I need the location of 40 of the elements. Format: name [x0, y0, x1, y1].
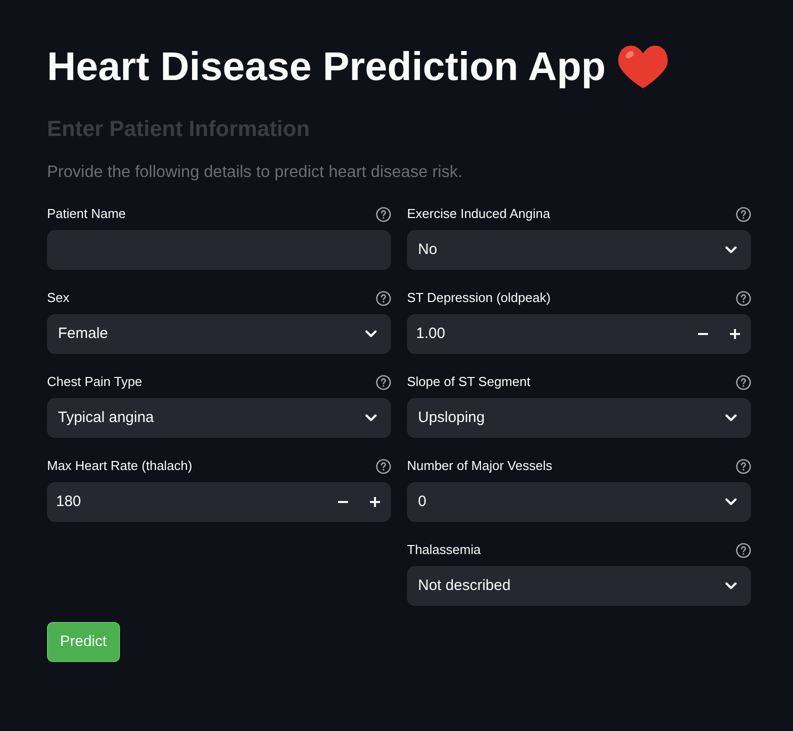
dropdown-select[interactable]: 0	[407, 482, 751, 522]
minus-icon	[698, 333, 708, 335]
help-icon	[376, 206, 391, 222]
field-label: Thalassemia	[407, 541, 481, 560]
dropdown-select[interactable]: Upsloping	[407, 398, 751, 438]
chevron-down-icon	[365, 414, 377, 422]
help-icon	[736, 206, 751, 222]
help-icon	[736, 374, 751, 390]
help-icon	[736, 290, 751, 306]
minus-icon	[338, 501, 348, 503]
field-label: Max Heart Rate (thalach)	[47, 457, 192, 476]
help-icon	[376, 458, 391, 474]
chevron-down-icon	[725, 582, 737, 590]
chevron-down-icon	[725, 414, 737, 422]
field-label: Slope of ST Segment	[407, 373, 530, 392]
heart-icon	[618, 45, 668, 89]
help-icon	[376, 374, 391, 390]
help-icon	[736, 458, 751, 474]
dropdown-select[interactable]: Typical angina	[47, 398, 391, 438]
number-input[interactable]: 1.00	[407, 314, 751, 354]
help-icon	[376, 290, 391, 306]
help-icon	[736, 542, 751, 558]
text-input[interactable]	[47, 230, 391, 270]
dropdown-select[interactable]: No	[407, 230, 751, 270]
field-label: Exercise Induced Angina	[407, 205, 550, 224]
dropdown-select[interactable]: Female	[47, 314, 391, 354]
plus-icon	[370, 497, 380, 507]
page-title: Heart Disease Prediction App	[47, 44, 606, 91]
instructions-text: Provide the following details to predict heart disease risk.	[47, 162, 464, 183]
chevron-down-icon	[725, 498, 737, 506]
dropdown-select[interactable]: Not described	[407, 566, 751, 606]
field-label: Chest Pain Type	[47, 373, 142, 392]
field-label: Sex	[47, 289, 70, 308]
number-input[interactable]: 180	[47, 482, 391, 522]
field-label: Patient Name	[47, 205, 126, 224]
plus-icon	[730, 329, 740, 339]
chevron-down-icon	[365, 330, 377, 338]
field-label: ST Depression (oldpeak)	[407, 289, 551, 308]
chevron-down-icon	[725, 246, 737, 254]
field-label: Number of Major Vessels	[407, 457, 552, 476]
